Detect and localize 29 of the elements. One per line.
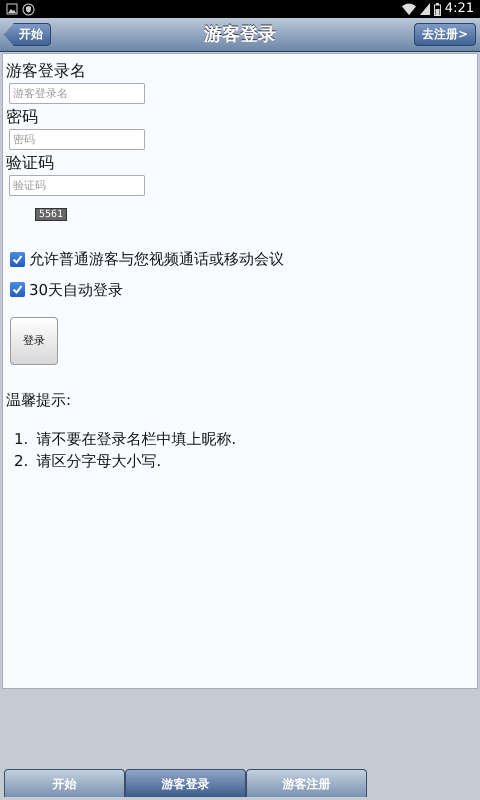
field-label: 密码 <box>6 106 39 127</box>
list-number: 1. <box>14 428 28 450</box>
field-label: 验证码 <box>6 152 55 173</box>
wifi-icon <box>402 3 416 15</box>
field-label: 游客登录名 <box>6 60 87 81</box>
register-button[interactable]: 去注册> <box>414 22 476 46</box>
checkbox[interactable] <box>10 282 25 298</box>
battery-icon <box>434 2 441 16</box>
input-field[interactable]: 密码 <box>9 129 145 150</box>
tab[interactable]: 开始 <box>4 769 125 797</box>
input-field[interactable]: 验证码 <box>9 175 145 196</box>
signal-icon <box>420 3 430 15</box>
captcha-image[interactable]: 5561 <box>35 208 68 221</box>
tip-text: 请区分字母大小写. <box>36 451 162 472</box>
login-button[interactable]: 登录 <box>10 317 58 365</box>
shield-icon <box>22 2 35 16</box>
status-time: 4:21 <box>444 0 474 18</box>
tab[interactable]: 游客登录 <box>125 769 246 797</box>
checkbox[interactable] <box>10 252 25 267</box>
option-label: 30天自动登录 <box>29 280 124 300</box>
tip-text: 请不要在登录名栏中填上昵称. <box>36 428 236 450</box>
option-label: 允许普通游客与您视频通话或移动会议 <box>29 249 284 270</box>
image-icon <box>6 3 18 15</box>
back-button[interactable]: 开始 <box>4 22 51 46</box>
input-field[interactable]: 游客登录名 <box>9 83 145 104</box>
list-number: 2. <box>14 451 28 472</box>
tab[interactable]: 游客注册 <box>246 769 367 797</box>
tips-title: 温馨提示: <box>6 390 72 411</box>
page-title: 游客登录 <box>204 23 276 47</box>
